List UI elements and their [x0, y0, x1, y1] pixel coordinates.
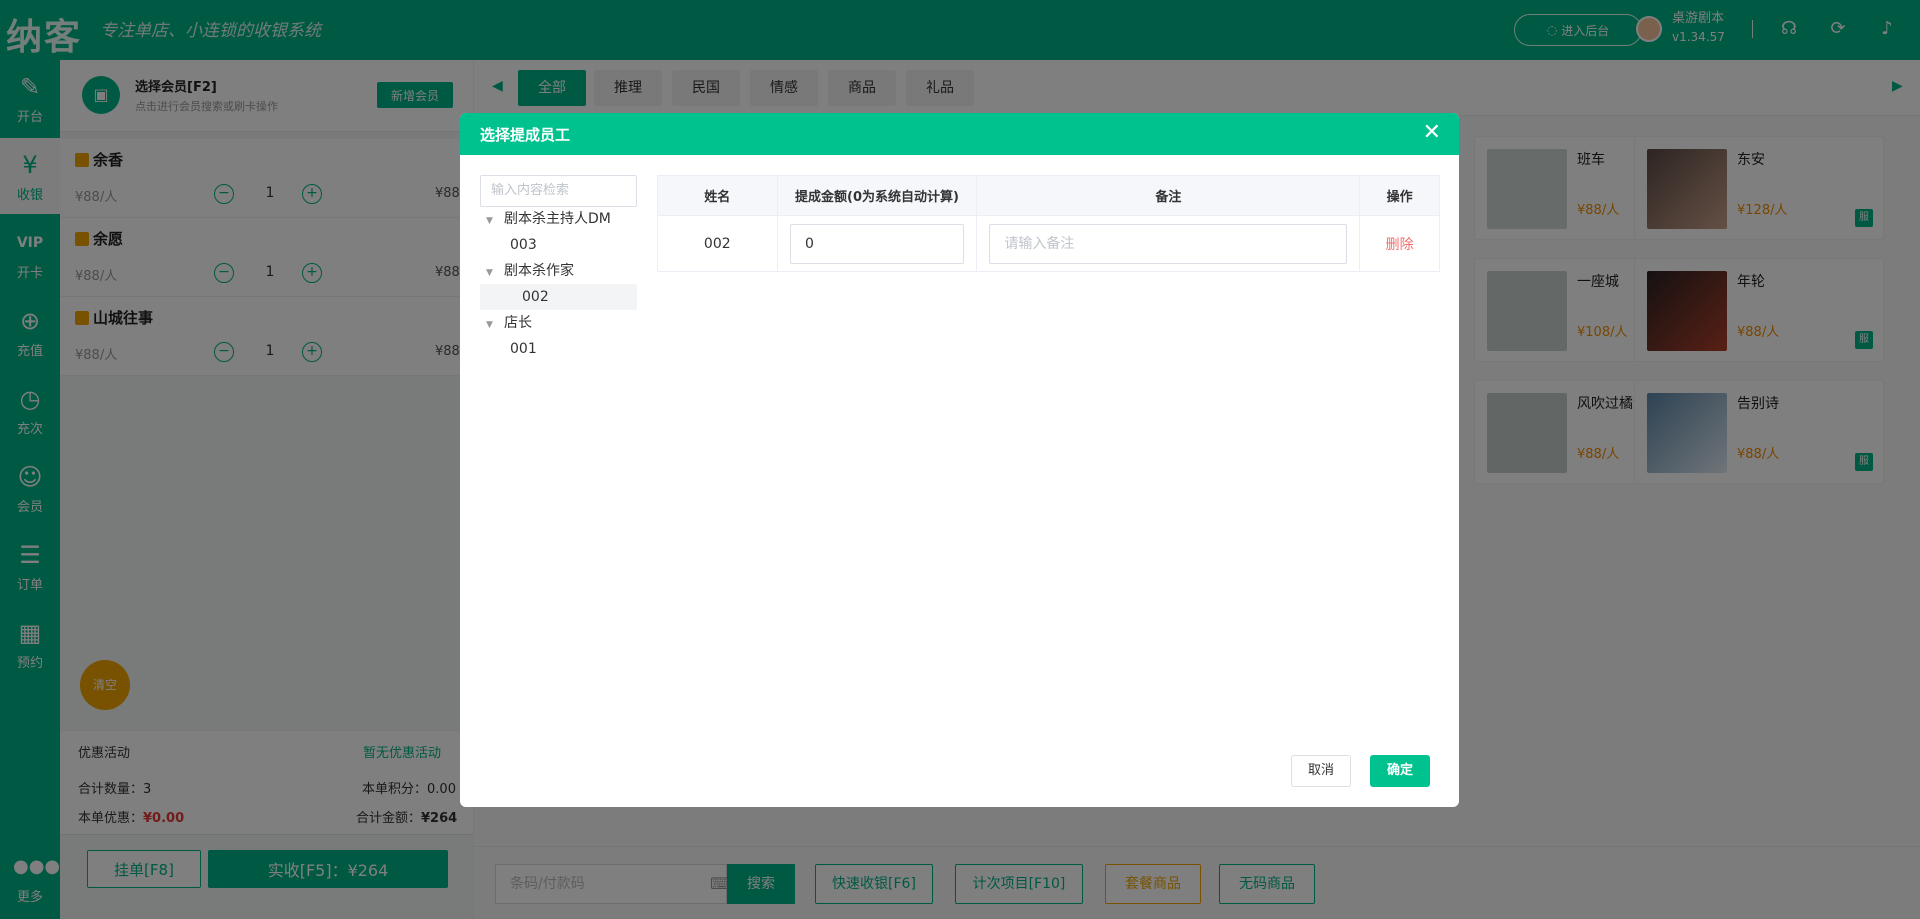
col-amount: 提成金额(0为系统自动计算) [776, 175, 978, 216]
cell-amount: 0 [776, 215, 978, 272]
note-input[interactable]: 请输入备注 [989, 223, 1348, 264]
cancel-button[interactable]: 取消 [1291, 755, 1351, 787]
col-action: 操作 [1359, 175, 1440, 216]
tree-group-manager[interactable]: ▼ 店长 [486, 310, 637, 336]
caret-down-icon: ▼ [486, 268, 493, 278]
tree-group-writer[interactable]: ▼ 剧本杀作家 [486, 258, 637, 284]
cell-name: 002 [657, 215, 778, 272]
cell-note: 请输入备注 [976, 215, 1361, 272]
col-note: 备注 [976, 175, 1361, 216]
caret-down-icon: ▼ [486, 320, 493, 330]
dialog-title: 选择提成员工 [480, 126, 571, 144]
commission-amount-input[interactable]: 0 [789, 223, 964, 264]
table-row: 002 0 请输入备注 删除 [657, 215, 1440, 272]
delete-link[interactable]: 删除 [1386, 237, 1414, 253]
commission-staff-dialog: 选择提成员工 ✕ 输入内容检索 ▼ 剧本杀主持人DM 003 ▼ 剧本杀作家 002… [460, 113, 1459, 807]
confirm-button[interactable]: 确定 [1370, 755, 1430, 787]
col-name: 姓名 [657, 175, 778, 216]
tree-group-dm[interactable]: ▼ 剧本杀主持人DM [486, 206, 637, 232]
dialog-header: 选择提成员工 ✕ [460, 113, 1459, 155]
tree-leaf-003[interactable]: 003 [504, 232, 637, 258]
close-icon[interactable]: ✕ [1423, 121, 1441, 145]
employee-table: 姓名 提成金额(0为系统自动计算) 备注 操作 002 0 请输入备注 删除 [657, 175, 1440, 272]
cell-action: 删除 [1359, 215, 1440, 272]
tree-leaf-001[interactable]: 001 [504, 336, 637, 362]
tree-search-input[interactable]: 输入内容检索 [480, 175, 637, 207]
caret-down-icon: ▼ [486, 216, 493, 226]
tree-leaf-002[interactable]: 002 [480, 284, 637, 310]
